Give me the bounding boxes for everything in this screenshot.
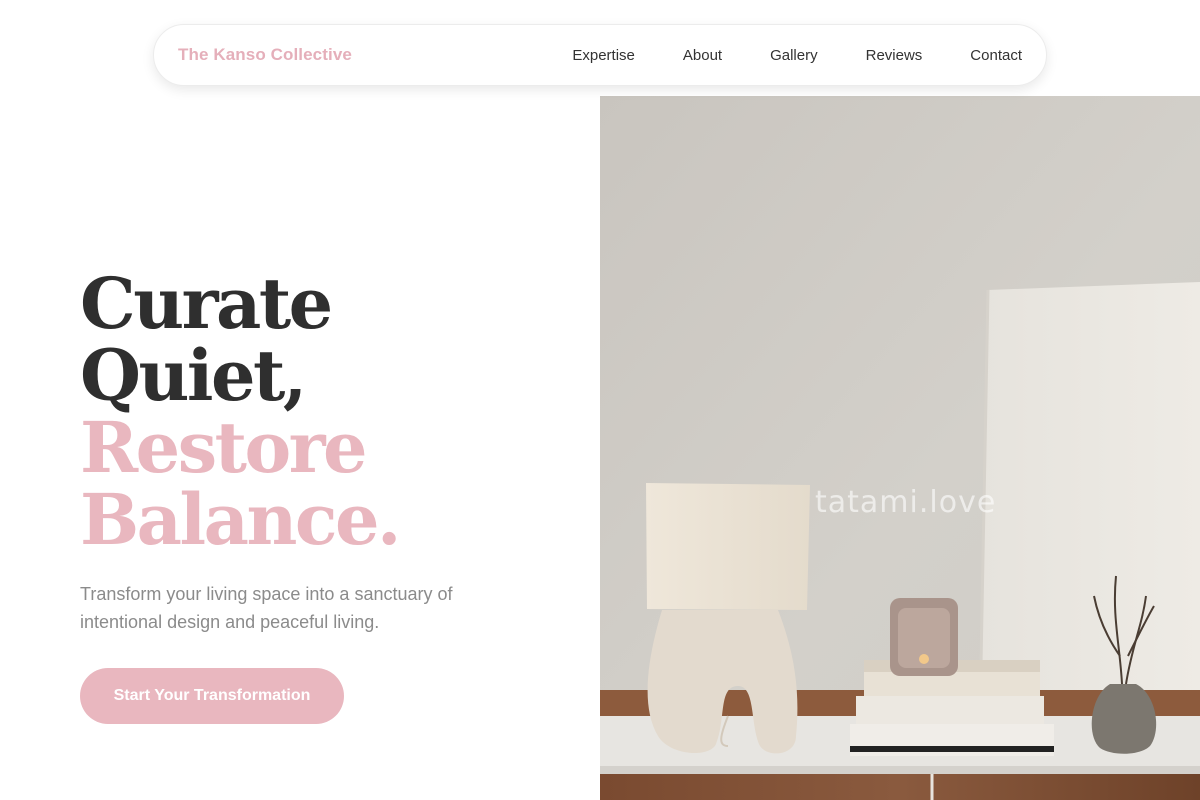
nav-link-contact[interactable]: Contact (970, 47, 1022, 64)
brand-logo[interactable]: The Kanso Collective (178, 45, 352, 65)
hero-subtitle: Transform your living space into a sanct… (80, 584, 453, 632)
nav-link-expertise[interactable]: Expertise (572, 47, 635, 64)
interior-photo (600, 96, 1200, 800)
headline-line-3: Restore (80, 406, 368, 489)
headline-line-2: Quiet, (80, 334, 307, 417)
hero-image: tatami.love (600, 96, 1200, 800)
top-navbar: The Kanso Collective Expertise About Gal… (153, 24, 1047, 86)
headline-line-1: Curate (80, 262, 333, 345)
nav-link-about[interactable]: About (683, 47, 722, 64)
start-transformation-button[interactable]: Start Your Transformation (80, 668, 344, 724)
nav-links: Expertise About Gallery Reviews Contact (572, 47, 1022, 64)
nav-link-gallery[interactable]: Gallery (770, 47, 818, 64)
image-watermark: tatami.love (815, 485, 997, 520)
hero-headline: Curate Quiet, Restore Balance. (80, 262, 401, 561)
headline-line-4: Balance. (80, 478, 401, 561)
nav-link-reviews[interactable]: Reviews (866, 47, 923, 64)
